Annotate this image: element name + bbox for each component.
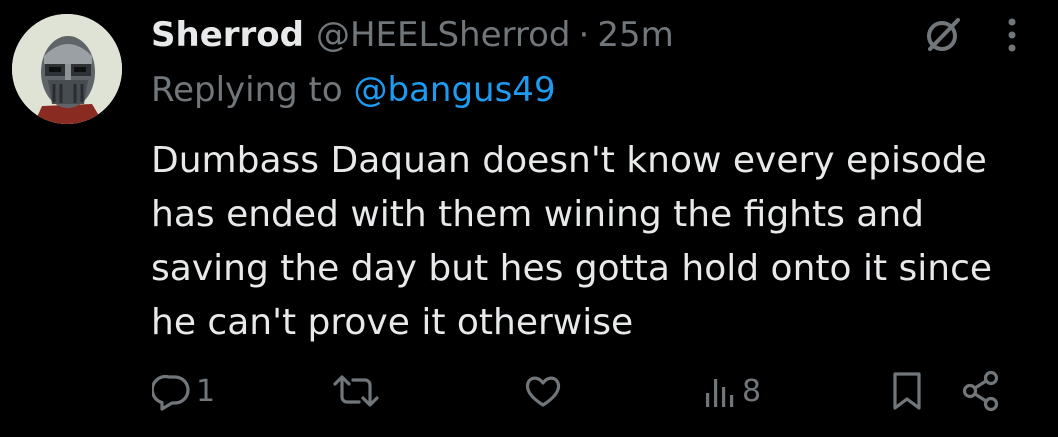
separator-dot: · — [578, 15, 590, 55]
post-time[interactable]: 25m — [597, 15, 673, 55]
repost-icon — [333, 375, 379, 407]
post-text-line: saving the day but hes gotta hold onto i… — [151, 248, 993, 289]
share-icon — [962, 370, 999, 412]
bookmark-button[interactable] — [890, 366, 924, 416]
more-options-icon[interactable] — [1006, 16, 1018, 58]
like-button[interactable] — [523, 366, 567, 416]
views-icon — [706, 379, 734, 407]
views-count: 8 — [742, 373, 762, 409]
avatar-image — [12, 14, 122, 124]
post-text-line: has ended with them wining the fights an… — [151, 194, 925, 235]
reply-button[interactable]: 1 — [152, 366, 215, 416]
avatar[interactable] — [12, 14, 122, 124]
repost-button[interactable] — [332, 366, 384, 416]
post-top-actions — [922, 14, 1018, 60]
post-text-line: Dumbass Daquan doesn't know every episod… — [151, 140, 987, 181]
post-header: Sherrod @HEELSherrod · 25m — [151, 12, 674, 58]
replying-handle-link[interactable]: @bangus49 — [354, 70, 556, 110]
grok-icon[interactable] — [922, 14, 964, 60]
author-name[interactable]: Sherrod — [151, 15, 304, 55]
views-button[interactable]: 8 — [704, 366, 761, 416]
action-bar: 1 8 — [0, 366, 1058, 416]
replying-to: Replying to @bangus49 — [151, 70, 556, 110]
replying-label: Replying to — [151, 70, 343, 110]
bookmark-icon — [893, 372, 921, 410]
reply-count: 1 — [196, 373, 216, 409]
reply-icon — [152, 374, 190, 411]
like-icon — [525, 376, 561, 407]
author-handle[interactable]: @HEELSherrod — [316, 15, 571, 55]
post-text: Dumbass Daquan doesn't know every episod… — [151, 134, 1031, 350]
share-button[interactable] — [960, 366, 1004, 416]
post-text-line: he can't prove it otherwise — [151, 302, 634, 343]
